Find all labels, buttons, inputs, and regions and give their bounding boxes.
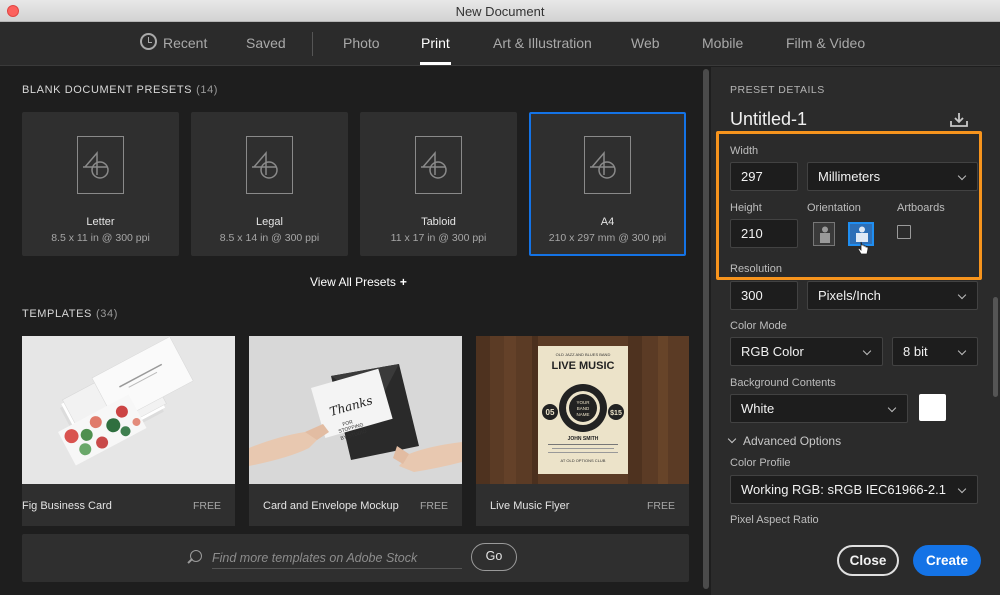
chevron-down-icon bbox=[727, 434, 737, 444]
flyer-top-text: OLD JAZZ AND BLUES BAND bbox=[556, 352, 611, 357]
color-mode-label: Color Mode bbox=[730, 320, 787, 332]
templates-count: (34) bbox=[96, 308, 118, 320]
width-label: Width bbox=[730, 145, 759, 157]
template-name-text: Card and Envelope Mockup bbox=[263, 500, 399, 512]
template-name-text: Fig Business Card bbox=[22, 500, 112, 512]
artboards-checkbox[interactable] bbox=[897, 225, 911, 239]
flyer-band-text: JOHN SMITH bbox=[568, 436, 599, 442]
flyer-center-1: YOUR bbox=[576, 400, 590, 405]
pixel-aspect-label: Pixel Aspect Ratio bbox=[730, 514, 819, 526]
tab-recent[interactable]: Recent bbox=[163, 35, 207, 51]
portrait-orientation-button[interactable] bbox=[813, 222, 835, 246]
preset-name: Letter bbox=[86, 216, 115, 228]
template-thumbnail bbox=[22, 336, 235, 484]
create-button[interactable]: Create bbox=[913, 545, 981, 576]
tab-art-illustration[interactable]: Art & Illustration bbox=[493, 35, 592, 51]
color-mode-dropdown[interactable]: RGB Color bbox=[730, 337, 883, 366]
document-icon bbox=[584, 136, 631, 194]
color-profile-dropdown[interactable]: Working RGB: sRGB IEC61966-2.1 bbox=[730, 475, 978, 504]
view-all-label: View All Presets bbox=[310, 275, 396, 289]
free-badge: FREE bbox=[419, 500, 448, 512]
flyer-bottom-text: AT OLD OPTIONS CLUB bbox=[561, 458, 606, 463]
height-field[interactable]: 210 bbox=[730, 219, 798, 248]
presets-section-label: BLANK DOCUMENT PRESETS bbox=[22, 84, 193, 96]
preset-name: Tabloid bbox=[421, 216, 456, 228]
category-tabs: Recent Saved Photo Print Art & Illustrat… bbox=[0, 22, 1000, 66]
document-icon bbox=[246, 136, 293, 194]
presets-panel: BLANK DOCUMENT PRESETS (14) Letter 8.5 x … bbox=[0, 67, 700, 595]
orientation-label: Orientation bbox=[807, 202, 861, 214]
template-name-text: Live Music Flyer bbox=[490, 500, 570, 512]
window-title: New Document bbox=[455, 4, 545, 19]
save-preset-icon[interactable] bbox=[950, 113, 968, 127]
preset-details-header: PRESET DETAILS bbox=[730, 84, 825, 96]
template-fig-business-card[interactable]: Fig Business Card FREE bbox=[22, 336, 235, 526]
template-live-music-flyer[interactable]: OLD JAZZ AND BLUES BAND LIVE MUSIC YOUR … bbox=[476, 336, 689, 526]
preset-desc: 8.5 x 14 in @ 300 ppi bbox=[219, 232, 320, 244]
tab-film-video[interactable]: Film & Video bbox=[786, 35, 865, 51]
tab-mobile[interactable]: Mobile bbox=[702, 35, 743, 51]
background-dropdown[interactable]: White bbox=[730, 394, 908, 423]
template-card-envelope-mockup[interactable]: Thanks FOR STOPPING BY STUDIO Card and E… bbox=[249, 336, 462, 526]
flyer-title-text: LIVE MUSIC bbox=[552, 360, 615, 372]
background-contents-label: Background Contents bbox=[730, 377, 836, 389]
preset-desc: 8.5 x 11 in @ 300 ppi bbox=[51, 232, 150, 244]
tab-print[interactable]: Print bbox=[420, 35, 451, 65]
plus-icon: + bbox=[399, 275, 407, 289]
stock-search-bar: Go bbox=[22, 534, 689, 582]
artboards-label: Artboards bbox=[897, 202, 945, 214]
templates-section-label: TEMPLATES bbox=[22, 308, 92, 320]
template-thumbnail: OLD JAZZ AND BLUES BAND LIVE MUSIC YOUR … bbox=[476, 336, 689, 484]
templates-section-title: TEMPLATES (34) bbox=[22, 308, 118, 320]
document-icon bbox=[415, 136, 462, 194]
view-all-presets-link[interactable]: View All Presets + bbox=[310, 275, 407, 289]
color-profile-label: Color Profile bbox=[730, 457, 791, 469]
document-name[interactable]: Untitled-1 bbox=[730, 109, 807, 130]
resolution-unit-dropdown[interactable]: Pixels/Inch bbox=[807, 281, 978, 310]
preset-details-panel: PRESET DETAILS Untitled-1 Width 297 Mill… bbox=[711, 67, 1000, 595]
preset-desc: 11 x 17 in @ 300 ppi bbox=[390, 232, 487, 244]
details-scrollbar[interactable] bbox=[993, 297, 998, 397]
portrait-icon bbox=[820, 226, 830, 243]
close-button[interactable]: Close bbox=[837, 545, 899, 576]
unit-dropdown[interactable]: Millimeters bbox=[807, 162, 978, 191]
width-field[interactable]: 297 bbox=[730, 162, 798, 191]
clock-icon bbox=[140, 33, 157, 50]
background-color-swatch[interactable] bbox=[919, 394, 946, 421]
preset-legal[interactable]: Legal 8.5 x 14 in @ 300 ppi bbox=[191, 112, 348, 256]
document-icon bbox=[77, 136, 124, 194]
go-button[interactable]: Go bbox=[471, 543, 517, 571]
stock-search-input[interactable] bbox=[212, 547, 462, 569]
preset-letter[interactable]: Letter 8.5 x 11 in @ 300 ppi bbox=[22, 112, 179, 256]
preset-desc: 210 x 297 mm @ 300 ppi bbox=[548, 232, 667, 244]
tab-photo[interactable]: Photo bbox=[343, 35, 380, 51]
preset-name: Legal bbox=[256, 216, 283, 228]
bit-depth-dropdown[interactable]: 8 bit bbox=[892, 337, 978, 366]
free-badge: FREE bbox=[192, 500, 221, 512]
hand-cursor-icon bbox=[858, 241, 869, 255]
presets-scrollbar[interactable] bbox=[701, 67, 711, 595]
presets-count: (14) bbox=[196, 84, 219, 96]
flyer-left-text: 05 bbox=[546, 408, 555, 417]
preset-a4[interactable]: A4 210 x 297 mm @ 300 ppi bbox=[529, 112, 686, 256]
advanced-options-toggle[interactable]: Advanced Options bbox=[727, 434, 842, 448]
tab-web[interactable]: Web bbox=[631, 35, 660, 51]
flyer-center-3: NAME bbox=[576, 412, 589, 417]
presets-section-title: BLANK DOCUMENT PRESETS (14) bbox=[22, 84, 218, 96]
preset-tabloid[interactable]: Tabloid 11 x 17 in @ 300 ppi bbox=[360, 112, 517, 256]
flyer-center-2: BAND bbox=[577, 406, 590, 411]
height-label: Height bbox=[730, 202, 762, 214]
template-thumbnail: Thanks FOR STOPPING BY STUDIO bbox=[249, 336, 462, 484]
tab-separator bbox=[312, 32, 313, 56]
free-badge: FREE bbox=[646, 500, 675, 512]
flyer-right-text: $15 bbox=[610, 410, 622, 417]
resolution-field[interactable]: 300 bbox=[730, 281, 798, 310]
search-icon bbox=[190, 550, 202, 562]
scroll-thumb[interactable] bbox=[703, 69, 709, 589]
preset-name: A4 bbox=[600, 216, 615, 228]
advanced-options-label: Advanced Options bbox=[743, 434, 842, 448]
title-bar: New Document bbox=[0, 0, 1000, 22]
resolution-label: Resolution bbox=[730, 263, 782, 275]
tab-saved[interactable]: Saved bbox=[246, 35, 286, 51]
